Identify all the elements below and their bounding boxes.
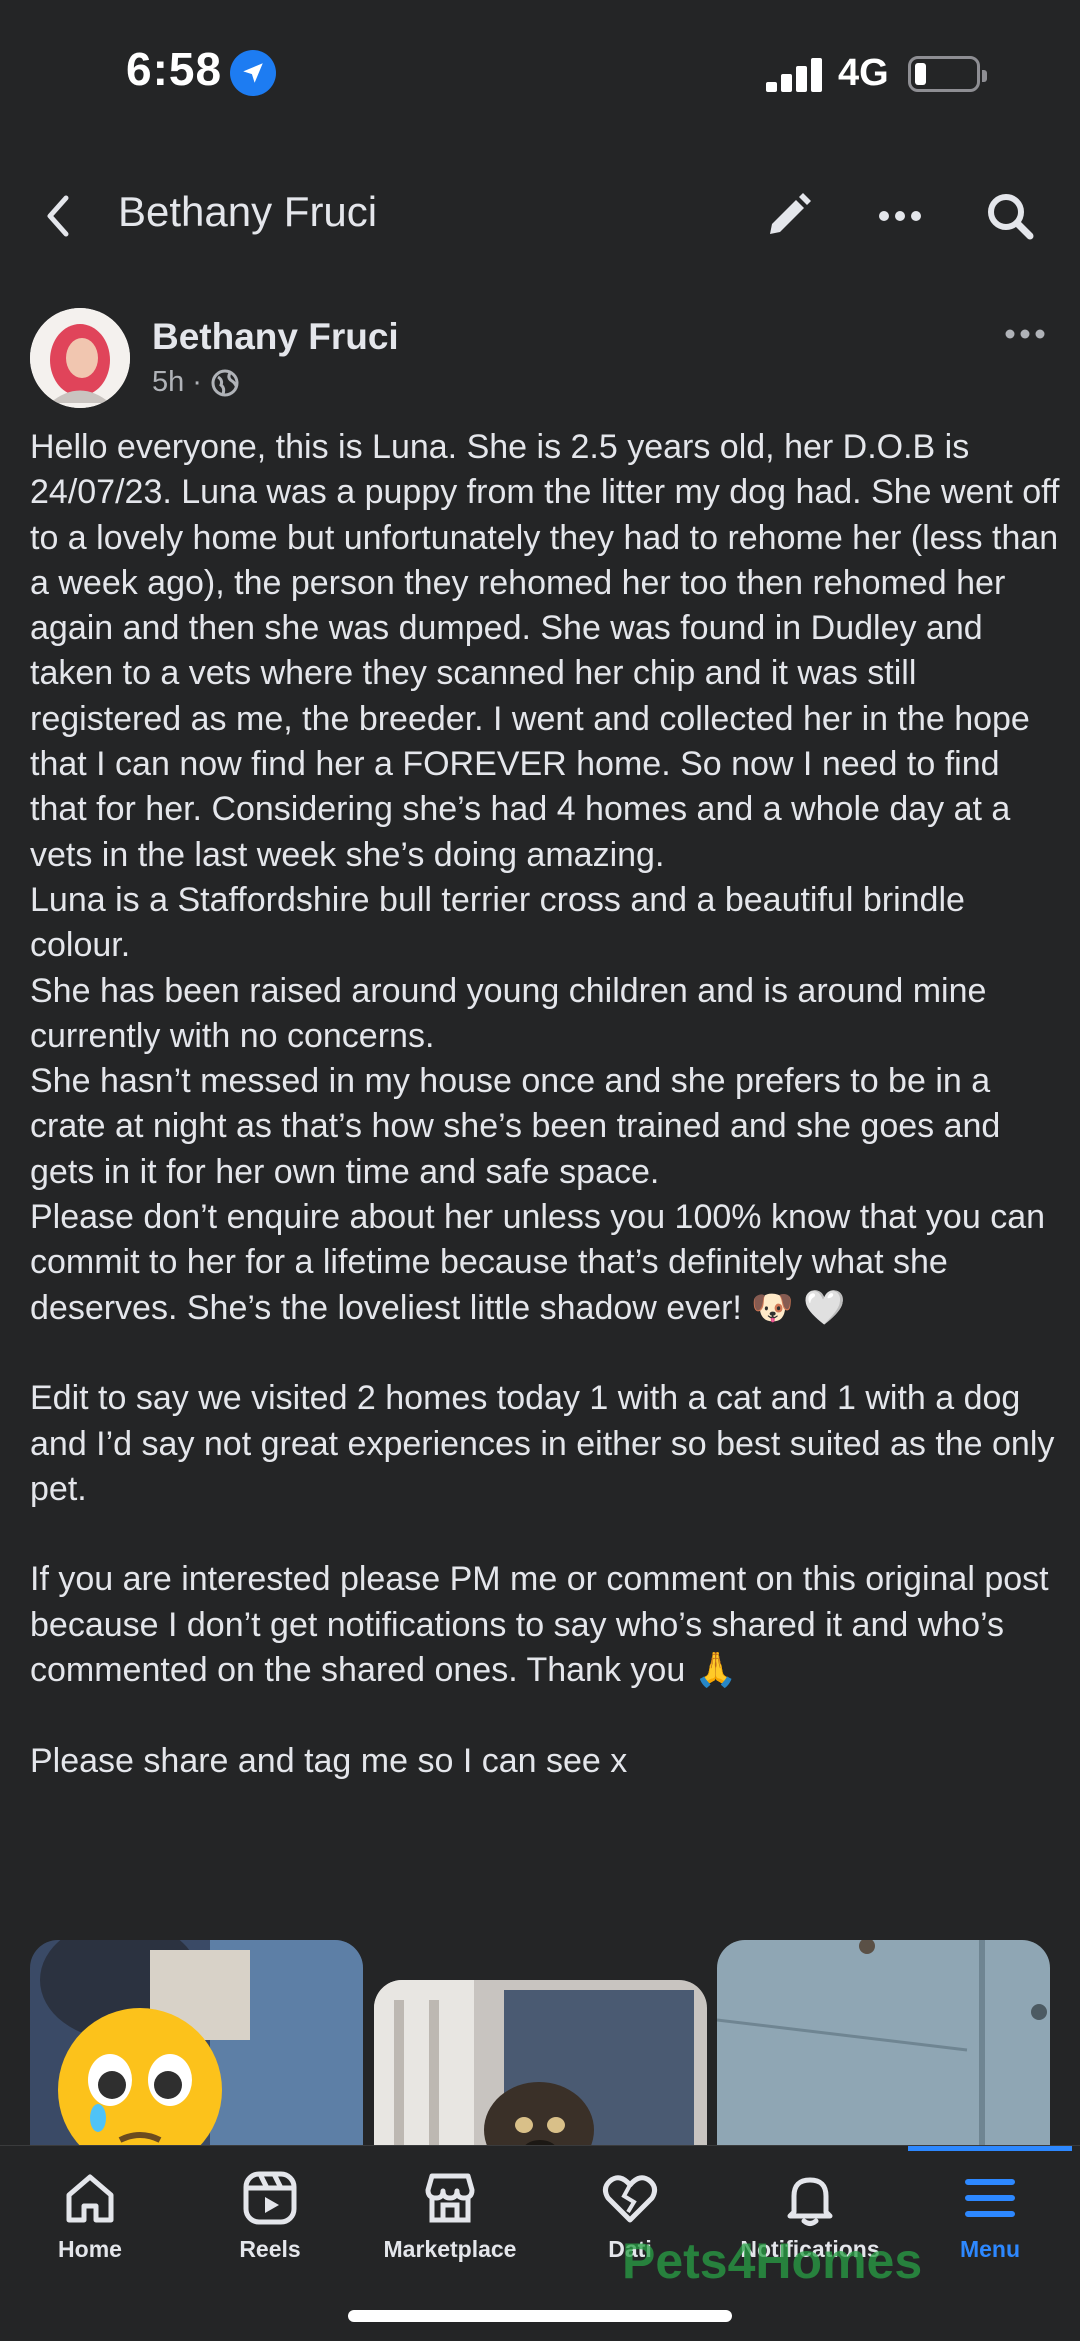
folded-hands-emoji: 🙏: [694, 1651, 738, 1690]
chevron-left-icon: [47, 195, 69, 237]
home-icon: [66, 2174, 114, 2223]
status-bar: 6:58 4G: [0, 0, 1080, 150]
marketplace-icon: [425, 2173, 475, 2223]
nav-marketplace[interactable]: Marketplace: [360, 2168, 540, 2288]
post-text: Hello everyone, this is Luna. She is 2.5…: [30, 425, 1060, 1784]
nav-home[interactable]: Home: [0, 2168, 180, 2288]
edit-button[interactable]: [758, 186, 818, 246]
photo-strip: [0, 1940, 1080, 2240]
nav-label: Home: [58, 2236, 122, 2262]
more-horizontal-icon: [879, 211, 921, 221]
meta-separator: ·: [192, 366, 202, 398]
home-indicator[interactable]: [348, 2310, 732, 2322]
network-type: 4G: [838, 52, 889, 94]
post-paragraph: Hello everyone, this is Luna. She is 2.5…: [30, 428, 1060, 1327]
pencil-icon: [770, 193, 811, 234]
nav-label: Menu: [959, 2236, 1021, 2262]
dog-emoji: 🐶: [751, 1288, 794, 1327]
page-title: Bethany Fruci: [118, 188, 378, 235]
watermark: Pets4Homes: [622, 2233, 923, 2289]
post-options-button[interactable]: [1000, 322, 1050, 346]
post-paragraph: If you are interested please PM me or co…: [30, 1560, 1049, 1690]
more-options-button[interactable]: [870, 186, 930, 246]
back-button[interactable]: [36, 188, 86, 244]
post-time[interactable]: 5h: [152, 366, 184, 399]
status-time: 6:58: [126, 43, 223, 95]
white-heart-emoji: 🤍: [803, 1288, 846, 1327]
post-paragraph: Please share and tag me so I can see x: [30, 1741, 628, 1780]
screen: 6:58 4G Bethany Fruci Bethany Fruci 5h ·…: [0, 0, 1080, 2341]
nav-label: Marketplace: [383, 2236, 517, 2262]
post-header: Bethany Fruci 5h ·: [0, 300, 1080, 420]
battery-icon: [908, 56, 987, 92]
globe-icon: [211, 369, 239, 396]
active-tab-indicator: [908, 2146, 1072, 2151]
dating-icon: [602, 2175, 658, 2223]
nav-menu[interactable]: Menu: [900, 2168, 1080, 2288]
bell-icon: [787, 2177, 833, 2226]
search-button[interactable]: [980, 186, 1040, 246]
signal-strength-icon: [766, 56, 824, 92]
search-icon: [988, 194, 1034, 240]
menu-icon: [965, 2179, 1015, 2217]
post-meta: 5h ·: [152, 366, 240, 399]
more-horizontal-icon: [1005, 329, 1045, 339]
post-paragraph: Edit to say we visited 2 homes today 1 w…: [30, 1379, 1055, 1508]
location-arrow-icon: [230, 50, 276, 96]
nav-reels[interactable]: Reels: [180, 2168, 360, 2288]
author-name[interactable]: Bethany Fruci: [152, 316, 399, 358]
nav-label: Reels: [239, 2236, 301, 2262]
reels-icon: [243, 2171, 297, 2225]
avatar[interactable]: [30, 308, 130, 408]
page-header: Bethany Fruci: [0, 170, 1080, 260]
